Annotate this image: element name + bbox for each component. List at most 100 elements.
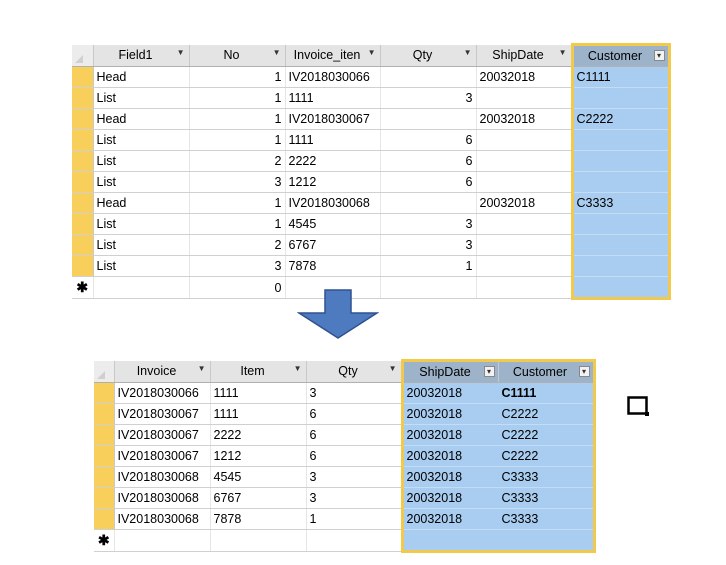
cell-shipdate[interactable]: 20032018	[400, 382, 499, 404]
cell-field1[interactable]: Head	[93, 66, 190, 88]
cell-qty[interactable]: 6	[380, 150, 477, 172]
col-header-invoice[interactable]: Invoice ▼	[114, 360, 211, 383]
row-selector[interactable]	[72, 171, 94, 193]
cell-field1[interactable]: List	[93, 234, 190, 256]
row-selector[interactable]	[94, 466, 115, 488]
cell-customer[interactable]: C2222	[498, 403, 596, 425]
col-header-customer[interactable]: Customer ▾	[570, 43, 671, 67]
row-selector[interactable]	[72, 192, 94, 214]
cell-invoice[interactable]: IV2018030068	[114, 487, 211, 509]
cell-no[interactable]: 1	[189, 213, 286, 235]
chevron-down-icon[interactable]: ▾	[578, 366, 590, 377]
cell-item[interactable]: 4545	[210, 466, 307, 488]
cell-shipdate[interactable]: 20032018	[476, 66, 573, 88]
cell-invoice-item[interactable]: 1111	[285, 129, 381, 151]
select-all-corner[interactable]	[72, 44, 94, 67]
cell-customer[interactable]	[570, 255, 671, 277]
cell-invoice-item[interactable]: IV2018030067	[285, 108, 381, 130]
cell-customer[interactable]	[570, 171, 671, 193]
cell-shipdate[interactable]: 20032018	[400, 403, 499, 425]
cell-qty[interactable]: 6	[306, 445, 403, 467]
col-header-no[interactable]: No ▼	[189, 44, 286, 67]
cell-field1[interactable]: List	[93, 213, 190, 235]
row-selector[interactable]	[72, 234, 94, 256]
cell-qty[interactable]	[380, 276, 477, 299]
cell-shipdate[interactable]	[476, 171, 573, 193]
col-header-field1[interactable]: Field1 ▼	[93, 44, 190, 67]
cell-qty[interactable]: 6	[306, 424, 403, 446]
cell-qty[interactable]	[380, 192, 477, 214]
cell-invoice-item[interactable]: 2222	[285, 150, 381, 172]
cell-invoice[interactable]: IV2018030066	[114, 382, 211, 404]
cell-no[interactable]: 1	[189, 192, 286, 214]
cell-shipdate[interactable]	[476, 213, 573, 235]
chevron-down-icon[interactable]: ▼	[559, 48, 567, 57]
cell-qty[interactable]: 3	[306, 487, 403, 509]
cell-qty[interactable]: 3	[306, 466, 403, 488]
cell-invoice-item[interactable]: 1212	[285, 171, 381, 193]
chevron-down-icon[interactable]: ▼	[368, 48, 376, 57]
select-all-corner[interactable]	[94, 360, 115, 383]
row-selector[interactable]	[72, 255, 94, 277]
cell-no[interactable]: 1	[189, 87, 286, 109]
cell-invoice[interactable]	[114, 529, 211, 552]
col-header-qty[interactable]: Qty ▼	[380, 44, 477, 67]
row-selector[interactable]	[94, 403, 115, 425]
chevron-down-icon[interactable]: ▾	[483, 366, 495, 377]
cell-shipdate[interactable]	[476, 87, 573, 109]
cell-qty[interactable]	[380, 66, 477, 88]
cell-no[interactable]: 2	[189, 150, 286, 172]
cell-customer[interactable]	[570, 234, 671, 256]
chevron-down-icon[interactable]: ▼	[198, 364, 206, 373]
cell-customer[interactable]	[570, 213, 671, 235]
row-selector[interactable]	[72, 66, 94, 88]
cell-shipdate[interactable]	[476, 150, 573, 172]
row-selector[interactable]	[94, 424, 115, 446]
cell-shipdate[interactable]	[400, 529, 499, 553]
cell-customer[interactable]	[570, 87, 671, 109]
cell-item[interactable]: 6767	[210, 487, 307, 509]
cell-item[interactable]: 2222	[210, 424, 307, 446]
col-header-shipdate[interactable]: ShipDate ▼	[476, 44, 573, 67]
cell-qty[interactable]	[306, 529, 403, 552]
cell-qty[interactable]: 3	[380, 87, 477, 109]
cell-customer[interactable]: C3333	[570, 192, 671, 214]
cell-item[interactable]	[210, 529, 307, 552]
chevron-down-icon[interactable]: ▼	[389, 364, 397, 373]
chevron-down-icon[interactable]: ▼	[177, 48, 185, 57]
col-header-qty[interactable]: Qty ▼	[306, 360, 403, 383]
cell-no[interactable]: 1	[189, 66, 286, 88]
cell-qty[interactable]: 3	[306, 382, 403, 404]
chevron-down-icon[interactable]: ▼	[273, 48, 281, 57]
cell-qty[interactable]: 1	[380, 255, 477, 277]
row-selector[interactable]	[72, 150, 94, 172]
cell-invoice-item[interactable]: 1111	[285, 87, 381, 109]
cell-field1[interactable]: List	[93, 150, 190, 172]
cell-no[interactable]: 0	[189, 276, 286, 299]
cell-item[interactable]: 7878	[210, 508, 307, 530]
cell-field1[interactable]: Head	[93, 108, 190, 130]
cell-invoice[interactable]: IV2018030068	[114, 466, 211, 488]
cell-shipdate[interactable]: 20032018	[400, 424, 499, 446]
cell-shipdate[interactable]: 20032018	[476, 192, 573, 214]
chevron-down-icon[interactable]: ▼	[464, 48, 472, 57]
row-selector[interactable]	[72, 129, 94, 151]
row-selector[interactable]	[94, 487, 115, 509]
cell-shipdate[interactable]	[476, 129, 573, 151]
cell-invoice-item[interactable]: 6767	[285, 234, 381, 256]
cell-invoice-item[interactable]: 4545	[285, 213, 381, 235]
cell-customer[interactable]	[570, 129, 671, 151]
row-selector[interactable]	[94, 445, 115, 467]
cell-item[interactable]: 1212	[210, 445, 307, 467]
cell-invoice-item[interactable]: IV2018030066	[285, 66, 381, 88]
cell-customer[interactable]: C2222	[498, 424, 596, 446]
cell-invoice[interactable]: IV2018030067	[114, 403, 211, 425]
row-selector[interactable]	[94, 382, 115, 404]
chevron-down-icon[interactable]: ▼	[294, 364, 302, 373]
cell-qty[interactable]: 6	[306, 403, 403, 425]
row-selector[interactable]	[94, 508, 115, 530]
cell-shipdate[interactable]: 20032018	[400, 445, 499, 467]
row-selector[interactable]	[72, 213, 94, 235]
new-record-icon[interactable]: ✱	[94, 529, 115, 552]
cell-customer[interactable]: C3333	[498, 508, 596, 530]
